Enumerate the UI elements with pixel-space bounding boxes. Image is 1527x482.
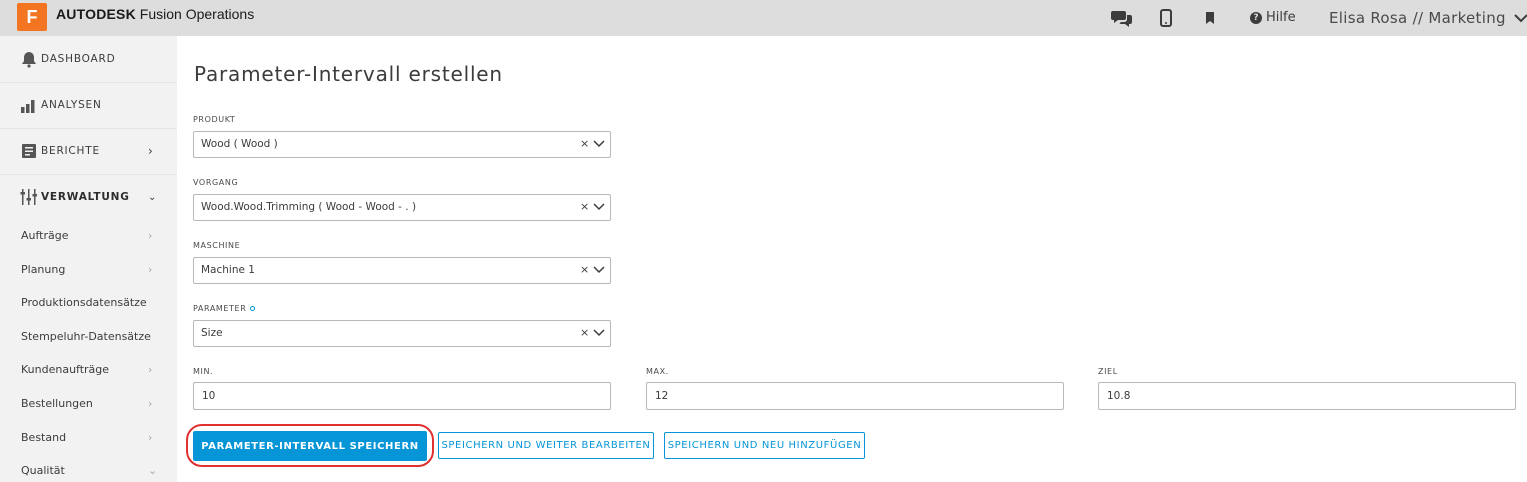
sidebar-subitem-stempeluhr[interactable]: Stempeluhr-Datensätze bbox=[21, 330, 171, 343]
clear-icon[interactable]: × bbox=[580, 263, 589, 276]
chevron-down-icon[interactable] bbox=[593, 203, 605, 211]
help-link[interactable]: ? Hilfe bbox=[1250, 10, 1296, 25]
info-dot-icon bbox=[250, 306, 256, 311]
ziel-label: ZIEL bbox=[1098, 367, 1118, 376]
bar-chart-icon bbox=[21, 100, 35, 113]
bookmark-icon[interactable] bbox=[1199, 8, 1221, 28]
vorgang-value: Wood.Wood.Trimming ( Wood - Wood - . ) bbox=[201, 201, 417, 213]
chevron-down-icon[interactable] bbox=[593, 140, 605, 148]
sliders-icon bbox=[20, 189, 37, 205]
brand-rest: Fusion Operations bbox=[135, 6, 255, 22]
sidebar-subitem-label: Planung bbox=[21, 263, 66, 276]
maschine-value: Machine 1 bbox=[201, 264, 255, 276]
sidebar-subitem-label: Aufträge bbox=[21, 229, 69, 242]
clear-icon[interactable]: × bbox=[580, 137, 589, 150]
chevron-down-icon[interactable] bbox=[593, 329, 605, 337]
chat-icon[interactable] bbox=[1111, 8, 1133, 28]
bell-icon bbox=[22, 52, 36, 68]
sidebar-item-dashboard[interactable]: DASHBOARD bbox=[0, 36, 177, 82]
highlight-ring bbox=[186, 424, 434, 467]
sidebar-subitem-label: Stempeluhr-Datensätze bbox=[21, 330, 151, 343]
sidebar: DASHBOARD ANALYSEN BERICHTE › VERWALTUNG… bbox=[0, 36, 177, 482]
min-input[interactable]: 10 bbox=[193, 382, 611, 410]
sidebar-subitem-label: Bestellungen bbox=[21, 397, 93, 410]
sidebar-subitem-produktionsdatensaetze[interactable]: Produktionsdatensätze bbox=[21, 296, 171, 309]
chevron-down-icon[interactable] bbox=[593, 266, 605, 274]
parameter-value: Size bbox=[201, 327, 223, 339]
clear-icon[interactable]: × bbox=[580, 326, 589, 339]
parameter-label: PARAMETER bbox=[193, 304, 256, 313]
chevron-right-icon: › bbox=[148, 144, 153, 158]
chevron-down-icon bbox=[1514, 14, 1527, 23]
clear-icon[interactable]: × bbox=[580, 200, 589, 213]
produkt-select[interactable]: Wood ( Wood ) × bbox=[193, 131, 611, 158]
produkt-label: PRODUKT bbox=[193, 115, 236, 124]
sidebar-item-label: ANALYSEN bbox=[41, 99, 102, 111]
min-label: MIN. bbox=[193, 367, 214, 376]
sidebar-item-label: BERICHTE bbox=[41, 145, 100, 157]
sidebar-item-label: VERWALTUNG bbox=[41, 191, 130, 203]
save-and-add-button[interactable]: SPEICHERN UND NEU HINZUFÜGEN bbox=[664, 432, 865, 459]
chevron-right-icon: › bbox=[148, 363, 153, 376]
sidebar-subitem-bestand[interactable]: Bestand › bbox=[21, 431, 171, 444]
mobile-icon[interactable] bbox=[1155, 8, 1177, 28]
brand-name: AUTODESK Fusion Operations bbox=[56, 6, 254, 22]
sidebar-subitem-label: Kundenaufträge bbox=[21, 363, 110, 376]
max-value: 12 bbox=[655, 390, 669, 402]
chevron-right-icon: › bbox=[148, 397, 153, 410]
maschine-label: MASCHINE bbox=[193, 241, 241, 250]
brand-bold: AUTODESK bbox=[56, 6, 136, 22]
vorgang-label: VORGANG bbox=[193, 178, 239, 187]
sidebar-subitem-planung[interactable]: Planung › bbox=[21, 263, 171, 276]
app-logo[interactable]: F bbox=[17, 3, 47, 31]
chevron-right-icon: › bbox=[148, 431, 153, 444]
maschine-select[interactable]: Machine 1 × bbox=[193, 257, 611, 284]
help-label: Hilfe bbox=[1266, 10, 1296, 25]
chevron-right-icon: › bbox=[148, 263, 153, 276]
parameter-select[interactable]: Size × bbox=[193, 320, 611, 347]
chevron-right-icon: › bbox=[148, 229, 153, 242]
max-input[interactable]: 12 bbox=[646, 382, 1064, 410]
sidebar-subitem-label: Qualität bbox=[21, 464, 65, 477]
sidebar-subitem-label: Produktionsdatensätze bbox=[21, 296, 147, 309]
sidebar-subitem-label: Bestand bbox=[21, 431, 67, 444]
sidebar-item-label: DASHBOARD bbox=[41, 53, 116, 65]
max-label: MAX. bbox=[646, 367, 669, 376]
sidebar-item-berichte[interactable]: BERICHTE › bbox=[0, 128, 177, 174]
produkt-value: Wood ( Wood ) bbox=[201, 138, 278, 150]
sidebar-subitem-qualitaet[interactable]: Qualität ⌄ bbox=[21, 464, 171, 477]
ziel-input[interactable]: 10.8 bbox=[1098, 382, 1516, 410]
vorgang-select[interactable]: Wood.Wood.Trimming ( Wood - Wood - . ) × bbox=[193, 194, 611, 221]
question-icon: ? bbox=[1250, 11, 1262, 24]
parameter-label-text: PARAMETER bbox=[193, 304, 247, 313]
chevron-down-icon: ⌄ bbox=[148, 191, 157, 203]
top-bar: F AUTODESK Fusion Operations ? Hilfe Eli… bbox=[0, 0, 1527, 36]
page-title: Parameter-Intervall erstellen bbox=[194, 62, 503, 86]
user-label: Elisa Rosa // Marketing bbox=[1329, 9, 1506, 27]
chevron-down-icon: ⌄ bbox=[148, 464, 158, 477]
sidebar-subitem-bestellungen[interactable]: Bestellungen › bbox=[21, 397, 171, 410]
sidebar-subitem-auftraege[interactable]: Aufträge › bbox=[21, 229, 171, 242]
save-and-continue-button[interactable]: SPEICHERN UND WEITER BEARBEITEN bbox=[438, 432, 654, 459]
min-value: 10 bbox=[202, 390, 216, 402]
sidebar-subitem-kundenauftraege[interactable]: Kundenaufträge › bbox=[21, 363, 171, 376]
user-menu[interactable]: Elisa Rosa // Marketing bbox=[1329, 9, 1527, 27]
sidebar-item-verwaltung[interactable]: VERWALTUNG ⌄ bbox=[0, 174, 177, 220]
logo-letter: F bbox=[26, 6, 38, 27]
ziel-value: 10.8 bbox=[1107, 390, 1131, 402]
sidebar-item-analysen[interactable]: ANALYSEN bbox=[0, 82, 177, 128]
document-icon bbox=[22, 144, 36, 158]
